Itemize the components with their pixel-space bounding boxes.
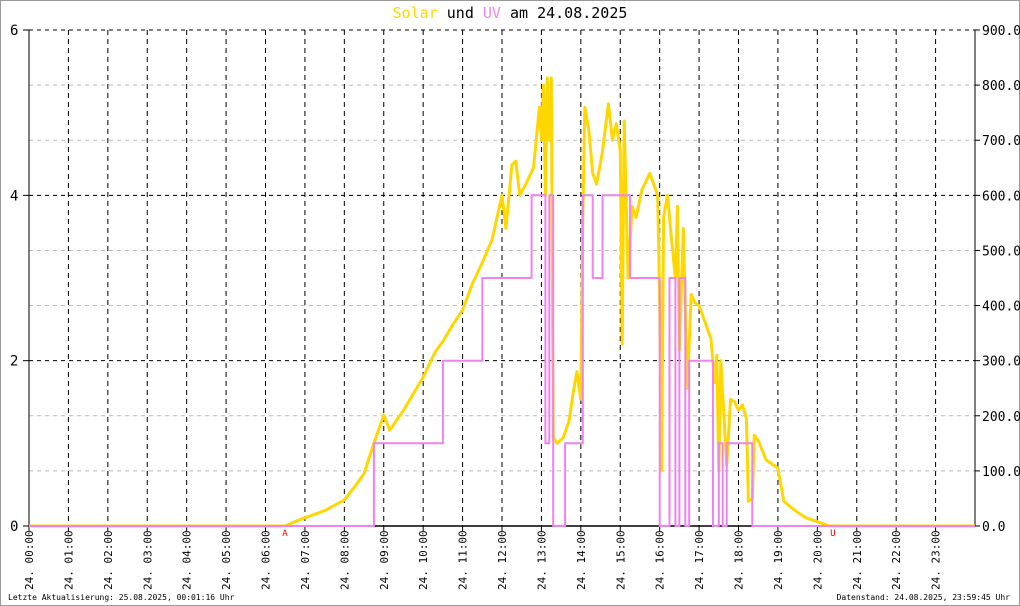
left-tick-label: 0 — [10, 519, 18, 535]
right-tick-label: 700.0 — [982, 134, 1020, 149]
sun-marker-u: U — [830, 529, 835, 539]
right-tick-label: 500.0 — [982, 244, 1020, 259]
x-tick-label: 24. 15:00 — [614, 530, 627, 590]
left-tick-label: 4 — [10, 188, 18, 204]
chart-svg: 0.0 100.0 200.0 300.0 400.0 500.0 600.0 700.0 80… — [10, 23, 1020, 590]
right-tick-label: 400.0 — [982, 300, 1020, 315]
right-tick-label: 300.0 — [982, 355, 1020, 370]
footer-data-state: Datenstand: 24.08.2025, 23:59:45 Uhr — [836, 593, 1010, 602]
x-tick-label: 24. 13:00 — [535, 530, 548, 590]
x-tick-label: 24. 14:00 — [575, 530, 588, 590]
x-tick-label: 24. 11:00 — [457, 530, 470, 590]
sun-marker-a: A — [282, 529, 288, 539]
right-tick-label: 900.0 — [982, 24, 1020, 39]
x-tick-label: 24. 21:00 — [851, 530, 864, 590]
x-tick-label: 24. 03:00 — [141, 530, 154, 590]
x-tick-label: 24. 01:00 — [62, 530, 75, 590]
x-tick-label: 24. 16:00 — [654, 530, 667, 590]
x-tick-label: 24. 09:00 — [378, 530, 391, 590]
x-tick-label: 24. 23:00 — [930, 530, 943, 590]
x-tick-label: 24. 18:00 — [733, 530, 746, 590]
x-tick-label: 24. 19:00 — [772, 530, 785, 590]
x-tick-label: 24. 10:00 — [417, 530, 430, 590]
x-tick-label: 24. 08:00 — [338, 530, 351, 590]
x-tick-label: 24. 22:00 — [890, 530, 903, 590]
left-tick-label: 6 — [10, 23, 18, 39]
x-tick-label: 24. 05:00 — [220, 530, 233, 590]
x-tick-label: 24. 12:00 — [496, 530, 509, 590]
left-tick-label: 2 — [10, 354, 18, 370]
x-tick-label: 24. 02:00 — [102, 530, 115, 590]
right-tick-label: 200.0 — [982, 410, 1020, 425]
x-tick-label: 24. 06:00 — [260, 530, 273, 590]
right-tick-label: 600.0 — [982, 189, 1020, 204]
right-tick-label: 100.0 — [982, 465, 1020, 480]
footer-last-update: Letzte Aktualisierung: 25.08.2025, 00:01… — [8, 593, 235, 602]
x-tick-label: 24. 04:00 — [181, 530, 194, 590]
right-tick-label: 800.0 — [982, 79, 1020, 94]
x-tick-label: 24. 07:00 — [299, 530, 312, 590]
x-tick-label: 24. 20:00 — [811, 530, 824, 590]
x-tick-label: 24. 17:00 — [693, 530, 706, 590]
x-tick-label: 24. 00:00 — [23, 530, 36, 590]
right-tick-label: 0.0 — [982, 520, 1005, 535]
